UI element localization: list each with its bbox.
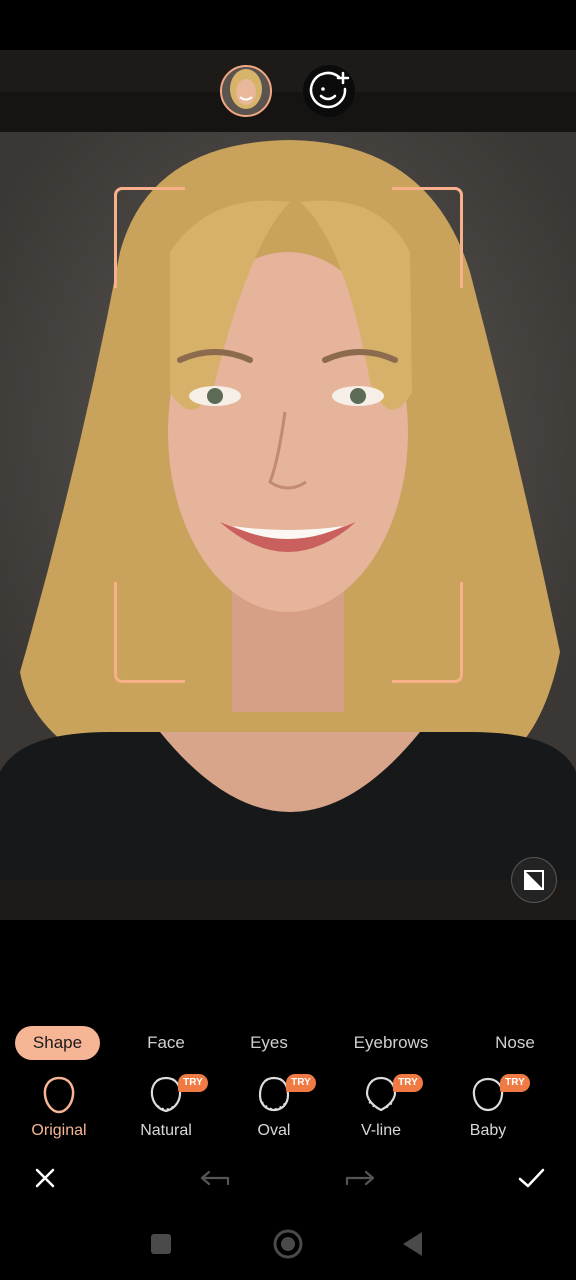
- option-label: V-line: [360, 1122, 402, 1139]
- back-button[interactable]: [396, 1226, 432, 1262]
- option-v-line[interactable]: TRY V-line: [331, 1074, 431, 1146]
- triangle-back-icon: [403, 1232, 422, 1256]
- tab-shape[interactable]: Shape: [15, 1026, 100, 1060]
- square-icon: [151, 1234, 171, 1254]
- top-toolbar-lower: [0, 92, 576, 132]
- checkmark-icon: [518, 1168, 545, 1188]
- recents-button[interactable]: [143, 1226, 179, 1262]
- close-icon: [35, 1168, 55, 1188]
- portrait-image: [0, 140, 576, 880]
- redo-icon: [345, 1170, 375, 1186]
- try-badge: TRY: [178, 1074, 208, 1092]
- top-toolbar: [0, 50, 576, 92]
- home-button[interactable]: [270, 1226, 306, 1262]
- redo-button[interactable]: [342, 1160, 378, 1196]
- try-badge: TRY: [286, 1074, 316, 1092]
- current-face-button[interactable]: [220, 65, 272, 117]
- face-frame-top-left: [114, 187, 185, 288]
- category-tabs: Shape Face Eyes Eyebrows Nose: [0, 1026, 576, 1062]
- tab-eyebrows[interactable]: Eyebrows: [342, 1026, 440, 1060]
- option-natural[interactable]: TRY Natural: [116, 1074, 216, 1146]
- add-face-button[interactable]: [303, 65, 355, 117]
- face-thumbnail-icon: [222, 67, 270, 115]
- face-frame-bottom-left: [114, 582, 185, 683]
- tab-face[interactable]: Face: [128, 1026, 204, 1060]
- option-label: Oval: [257, 1122, 291, 1139]
- tab-nose[interactable]: Nose: [480, 1026, 550, 1060]
- option-baby[interactable]: TRY Baby: [438, 1074, 538, 1146]
- circle-icon: [273, 1229, 303, 1259]
- face-frame-bottom-right: [392, 582, 463, 683]
- tab-eyes[interactable]: Eyes: [232, 1026, 306, 1060]
- confirm-button[interactable]: [513, 1160, 549, 1196]
- option-original[interactable]: Original: [9, 1076, 109, 1146]
- option-label: Original: [31, 1122, 87, 1139]
- undo-button[interactable]: [197, 1160, 233, 1196]
- undo-icon: [200, 1170, 230, 1186]
- compare-icon: [524, 870, 544, 890]
- photo-bottom-strip: [0, 880, 576, 920]
- face-shape-original-icon: [43, 1076, 75, 1114]
- option-oval[interactable]: TRY Oval: [224, 1074, 324, 1146]
- cancel-button[interactable]: [27, 1160, 63, 1196]
- compare-button[interactable]: [511, 857, 557, 903]
- add-face-icon: [309, 71, 350, 109]
- try-badge: TRY: [500, 1074, 530, 1092]
- option-label: Natural: [140, 1122, 192, 1139]
- face-frame-top-right: [392, 187, 463, 288]
- try-badge: TRY: [393, 1074, 423, 1092]
- option-label: Baby: [469, 1122, 507, 1139]
- portrait-photo[interactable]: [0, 132, 576, 880]
